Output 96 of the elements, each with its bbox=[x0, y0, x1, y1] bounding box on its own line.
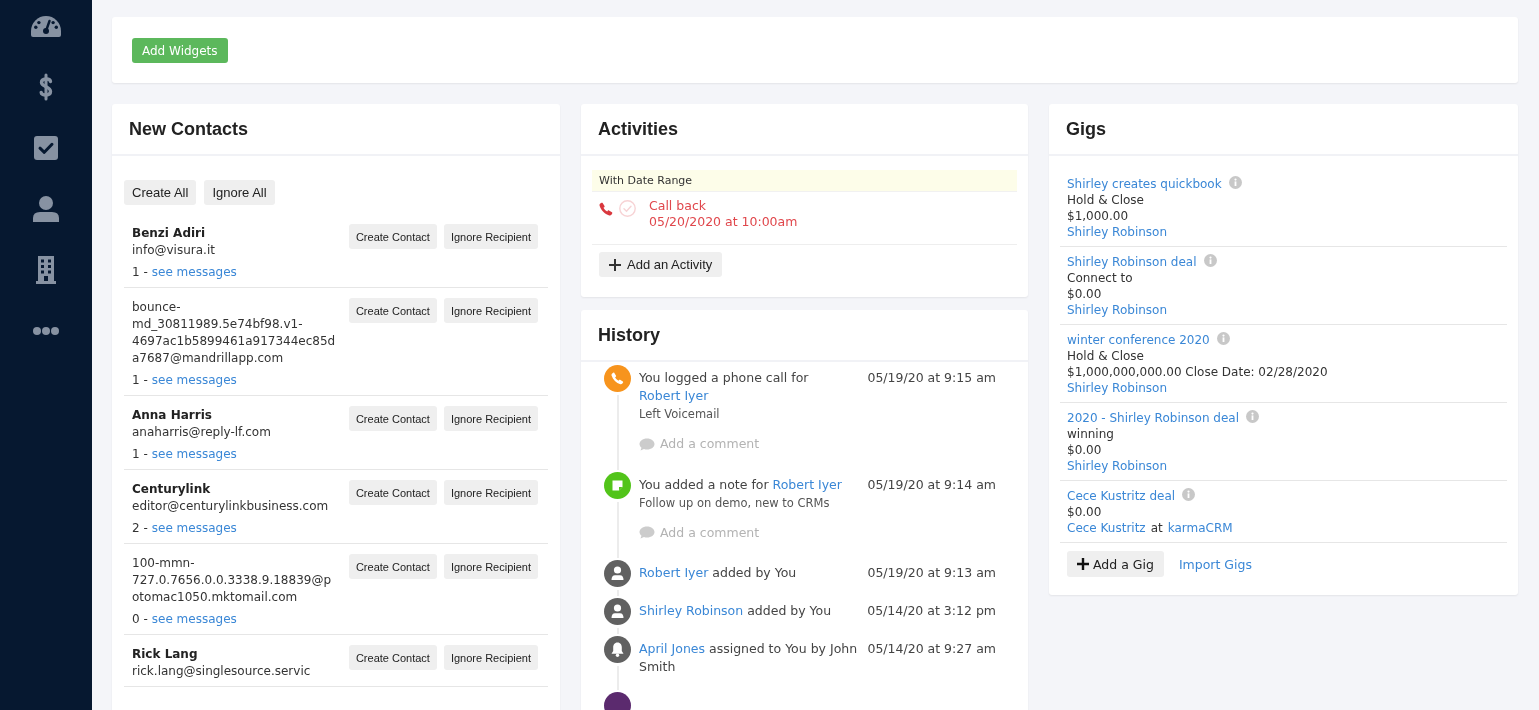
speedometer-icon[interactable] bbox=[30, 14, 62, 38]
message-count: 2 - bbox=[132, 521, 148, 535]
ignore-recipient-button[interactable]: Ignore Recipient bbox=[443, 480, 538, 505]
gig-title-link[interactable]: winter conference 2020 bbox=[1067, 332, 1210, 348]
create-contact-button[interactable]: Create Contact bbox=[348, 480, 437, 505]
history-text: Robert Iyer added by You bbox=[639, 564, 798, 582]
history-date: 05/19/20 at 9:13 am bbox=[867, 564, 996, 582]
complete-checkbox-icon[interactable] bbox=[619, 200, 636, 217]
contact-email: editor@centurylinkbusiness.com bbox=[132, 498, 330, 515]
message-count: 1 - bbox=[132, 447, 148, 461]
ignore-recipient-button[interactable]: Ignore Recipient bbox=[443, 298, 538, 323]
panel-title: Gigs bbox=[1066, 118, 1106, 140]
gig-stage: Connect to bbox=[1067, 270, 1134, 286]
see-messages-link[interactable]: see messages bbox=[151, 521, 237, 535]
person-icon[interactable] bbox=[33, 196, 59, 222]
gig-title-link[interactable]: Shirley creates quickbook bbox=[1067, 176, 1222, 192]
add-widgets-button[interactable]: Add Widgets bbox=[132, 38, 228, 63]
gig-stage: winning bbox=[1067, 426, 1115, 442]
create-all-button[interactable]: Create All bbox=[124, 180, 197, 205]
ignore-recipient-button[interactable]: Ignore Recipient bbox=[443, 406, 538, 431]
gig-title-link[interactable]: Cece Kustritz deal bbox=[1067, 488, 1176, 504]
panel-title: History bbox=[598, 324, 660, 346]
contact-link[interactable]: Shirley Robinson bbox=[639, 603, 744, 618]
history-date: 05/14/20 at 3:12 pm bbox=[867, 602, 996, 620]
history-date: 05/14/20 at 9:27 am bbox=[867, 640, 996, 658]
contact-name: Centurylink bbox=[132, 481, 212, 498]
gig-amount: $0.00 bbox=[1067, 504, 1103, 520]
ignore-all-button[interactable]: Ignore All bbox=[204, 180, 275, 205]
history-text: Shirley Robinson added by You bbox=[639, 602, 833, 620]
contact-name: Anna Harris bbox=[132, 407, 213, 424]
contact-link[interactable]: Shirley Robinson bbox=[1067, 380, 1168, 396]
gig-stage: Hold & Close bbox=[1067, 192, 1145, 208]
company-link[interactable]: karmaCRM bbox=[1167, 520, 1233, 536]
history-note: Follow up on demo, new to CRMs bbox=[639, 494, 831, 512]
history-date: 05/19/20 at 9:14 am bbox=[867, 475, 996, 494]
add-comment-link[interactable]: Add a comment bbox=[639, 523, 760, 542]
building-icon[interactable] bbox=[36, 256, 56, 284]
history-note: Left Voicemail bbox=[639, 406, 721, 423]
gig-amount: $0.00 bbox=[1067, 442, 1103, 458]
contact-link[interactable]: Robert Iyer bbox=[639, 565, 709, 580]
message-count: 1 - bbox=[132, 265, 148, 279]
create-contact-button[interactable]: Create Contact bbox=[348, 645, 437, 670]
contact-email: info@visura.it bbox=[132, 242, 216, 259]
panel-title: New Contacts bbox=[129, 118, 249, 140]
contact-link[interactable]: Shirley Robinson bbox=[1067, 302, 1168, 318]
gig-title-link[interactable]: 2020 - Shirley Robinson deal bbox=[1067, 410, 1240, 426]
contact-link[interactable]: Robert Iyer bbox=[639, 388, 709, 403]
checkbox-icon[interactable] bbox=[34, 136, 58, 160]
create-contact-button[interactable]: Create Contact bbox=[348, 298, 437, 323]
contact-name: Rick Lang bbox=[132, 646, 199, 663]
comment-icon bbox=[639, 437, 655, 451]
create-contact-button[interactable]: Create Contact bbox=[348, 224, 437, 249]
gig-amount: $1,000,000,000.00 Close Date: 02/28/2020 bbox=[1067, 364, 1329, 380]
contact-link[interactable]: Robert Iyer bbox=[772, 476, 842, 492]
message-count: 0 - bbox=[132, 612, 148, 626]
ignore-recipient-button[interactable]: Ignore Recipient bbox=[443, 224, 538, 249]
see-messages-link[interactable]: see messages bbox=[151, 447, 237, 461]
plus-icon bbox=[609, 258, 621, 271]
history-text: You logged a phone call for Robert Iyer bbox=[639, 369, 810, 405]
see-messages-link[interactable]: see messages bbox=[151, 373, 237, 387]
ignore-recipient-button[interactable]: Ignore Recipient bbox=[443, 554, 538, 579]
plus-icon bbox=[1077, 558, 1089, 570]
activity-title-link[interactable]: Call back bbox=[649, 198, 706, 213]
contact-email: 100-mmn-727.0.7656.0.0.3338.9.18839@potomac1050.mktomail.com bbox=[132, 555, 332, 606]
contact-link[interactable]: Shirley Robinson bbox=[1067, 458, 1168, 474]
import-gigs-link[interactable]: Import Gigs bbox=[1178, 556, 1252, 572]
ignore-recipient-button[interactable]: Ignore Recipient bbox=[443, 645, 538, 670]
see-messages-link[interactable]: see messages bbox=[151, 612, 237, 626]
create-contact-button[interactable]: Create Contact bbox=[348, 406, 437, 431]
contact-email: rick.lang@singlesource.servic bbox=[132, 663, 312, 680]
gig-title-link[interactable]: Shirley Robinson deal bbox=[1067, 254, 1197, 270]
contact-link[interactable]: Shirley Robinson bbox=[1067, 224, 1168, 240]
history-date: 05/19/20 at 9:15 am bbox=[867, 369, 996, 387]
date-range-label: With Date Range bbox=[592, 170, 1017, 192]
gig-amount: $1,000.00 bbox=[1067, 208, 1130, 224]
dollar-icon[interactable] bbox=[38, 73, 54, 101]
activity-due-date: 05/20/2020 at 10:00am bbox=[649, 214, 798, 230]
comment-icon bbox=[639, 526, 655, 539]
contact-link[interactable]: Cece Kustritz bbox=[1067, 520, 1146, 536]
message-count: 1 - bbox=[132, 373, 148, 387]
contact-email: bounce-md_30811989.5e74bf98.v1-4697ac1b5899461a917344ec85da7687@mandrillapp.com bbox=[132, 299, 337, 367]
contact-email: anaharris@reply-lf.com bbox=[132, 424, 272, 441]
see-messages-link[interactable]: see messages bbox=[151, 265, 237, 279]
add-gig-button[interactable]: Add a Gig bbox=[1067, 551, 1164, 577]
add-comment-link[interactable]: Add a comment bbox=[639, 435, 760, 453]
contact-connector: at bbox=[1150, 520, 1163, 536]
contact-link[interactable]: April Jones bbox=[639, 641, 705, 656]
add-activity-button[interactable]: Add an Activity bbox=[599, 252, 723, 277]
create-contact-button[interactable]: Create Contact bbox=[348, 554, 437, 579]
history-text: You added a note for Robert Iyer bbox=[639, 475, 843, 494]
more-icon[interactable] bbox=[33, 327, 59, 335]
gig-stage: Hold & Close bbox=[1067, 348, 1145, 364]
history-text: April Jones assigned to You by John Smith bbox=[639, 640, 859, 676]
gig-amount: $0.00 bbox=[1067, 286, 1103, 302]
panel-title: Activities bbox=[598, 118, 679, 140]
contact-name: Benzi Adiri bbox=[132, 225, 207, 242]
